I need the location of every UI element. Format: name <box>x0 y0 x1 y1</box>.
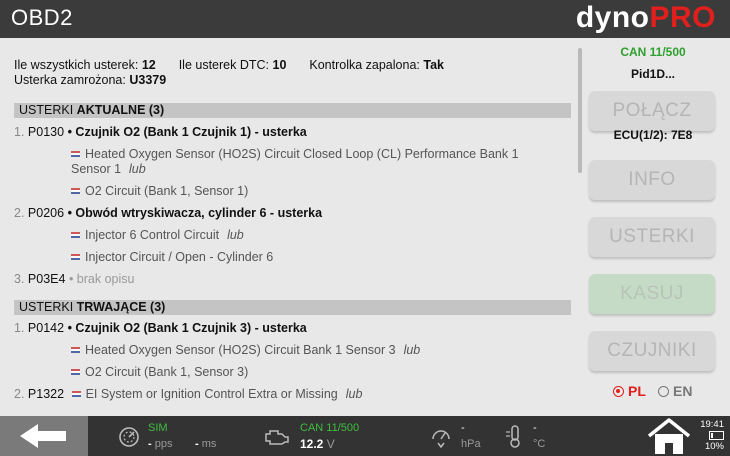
can-status: CAN 11/500 <box>620 45 686 59</box>
home-icon <box>647 418 691 454</box>
section-header-pending: USTERKI TRWAJĄCE (3) <box>14 300 571 315</box>
fault-row[interactable]: 1. P0142 • Czujnik O2 (Bank 1 Czujnik 3)… <box>14 321 307 336</box>
ecu-status: ECU(1/2): 7E8 <box>613 128 693 142</box>
connect-button[interactable]: POŁĄCZ <box>589 91 715 131</box>
fault-alt-description: Injector 6 Control Circuit lub <box>71 228 244 243</box>
lub-label: lub <box>227 228 244 242</box>
battery-level: 10% <box>704 441 724 452</box>
uk-flag-icon <box>71 391 81 397</box>
fault-code: P0130 <box>27 125 65 139</box>
fault-number: 2. <box>14 206 25 220</box>
pps-readout: - pps <box>148 438 173 450</box>
app-header: OBD2 dynoPRO <box>0 0 730 38</box>
info-button[interactable]: INFO <box>589 160 715 200</box>
voltage-readout: 12.2 V <box>300 437 335 451</box>
brand-logo: dynoPRO <box>576 1 716 35</box>
fault-code: P1322 <box>27 387 65 401</box>
uk-flag-icon <box>71 188 80 194</box>
fault-row[interactable]: 3. P03E4 • brak opisu <box>14 272 134 287</box>
engine-icon <box>265 430 289 445</box>
system-time: 19:41 10% <box>700 419 724 452</box>
lang-en-radio[interactable]: EN <box>658 383 692 399</box>
frozen-fault-value: U3379 <box>129 73 167 87</box>
radio-unselected-icon <box>658 386 669 397</box>
section-header-current: USTERKI AKTUALNE (3) <box>14 103 571 118</box>
fault-list-panel[interactable]: Ile wszystkich usterek: 12 Ile usterek D… <box>0 38 578 416</box>
uk-flag-icon <box>71 254 80 260</box>
lub-label: lub <box>345 387 363 401</box>
fault-alt-description: Injector Circuit / Open - Cylinder 6 <box>71 250 273 265</box>
lang-pl-radio[interactable]: PL <box>613 383 646 399</box>
thermometer-icon <box>506 425 520 448</box>
back-arrow-icon <box>20 424 66 448</box>
mil-value: Tak <box>423 58 444 72</box>
uk-flag-icon <box>71 347 80 353</box>
control-panel: CAN 11/500 Pid1D... POŁĄCZ ECU(1/2): 7E8… <box>584 38 730 416</box>
uk-flag-icon <box>71 232 80 238</box>
lub-label: lub <box>129 162 146 176</box>
fault-title: Czujnik O2 (Bank 1 Czujnik 1) - usterka <box>75 125 307 139</box>
app-title: OBD2 <box>11 5 73 30</box>
mil-label: Kontrolka zapalona: <box>309 58 420 72</box>
fault-number: 2. <box>14 387 25 401</box>
section-label-prefix: USTERKI <box>19 300 74 314</box>
fault-alt-description: Heated Oxygen Sensor (HO2S) Circuit Bank… <box>71 343 420 358</box>
fault-alt-description: Heated Oxygen Sensor (HO2S) Circuit Clos… <box>71 147 519 162</box>
faults-button[interactable]: USTERKI <box>589 217 715 257</box>
fault-row[interactable]: 2. P0206 • Obwód wtryskiwacza, cylinder … <box>14 206 322 221</box>
pressure-icon <box>432 430 450 449</box>
section-label-bold: AKTUALNE (3) <box>76 103 165 117</box>
sim-label: SIM <box>148 422 168 434</box>
fault-alt-description: O2 Circuit (Bank 1, Sensor 3) <box>71 365 248 380</box>
pid-status: Pid1D... <box>630 67 675 81</box>
fault-title: brak opisu <box>76 272 135 286</box>
fault-number: 1. <box>14 125 25 139</box>
back-button[interactable] <box>0 416 88 456</box>
fault-title: Czujnik O2 (Bank 1 Czujnik 3) - usterka <box>75 321 307 335</box>
can-status-bar: CAN 11/500 <box>300 422 360 434</box>
lub-label: lub <box>403 343 421 357</box>
fault-summary: Ile wszystkich usterek: 12 Ile usterek D… <box>14 58 444 88</box>
frozen-fault-label: Usterka zamrożona: <box>14 73 126 87</box>
gauge-icon <box>119 427 139 447</box>
uk-flag-icon <box>71 369 80 375</box>
fault-code: P03E4 <box>27 272 66 286</box>
radio-selected-icon <box>613 386 624 397</box>
total-faults-label: Ile wszystkich usterek: <box>14 58 139 72</box>
fault-number: 1. <box>14 321 25 335</box>
home-button[interactable] <box>645 416 693 456</box>
fault-row[interactable]: 1. P0130 • Czujnik O2 (Bank 1 Czujnik 1)… <box>14 125 307 140</box>
ms-readout: - ms <box>195 438 217 450</box>
brand-logo-part2: PRO <box>649 1 716 34</box>
total-faults-value: 12 <box>141 58 156 72</box>
brand-logo-part1: dyno <box>575 1 650 34</box>
section-label-prefix: USTERKI <box>19 103 74 117</box>
temperature-unit: °C <box>533 438 546 450</box>
pressure-unit: hPa <box>461 438 481 450</box>
clear-faults-button[interactable]: KASUJ <box>589 274 715 314</box>
fault-code: P0142 <box>27 321 65 335</box>
clock: 19:41 <box>700 419 724 430</box>
fault-alt-description: O2 Circuit (Bank 1, Sensor 1) <box>71 184 248 199</box>
battery-icon <box>709 431 724 440</box>
pressure-value: - <box>461 422 465 434</box>
sensors-button[interactable]: CZUJNIKI <box>589 331 715 371</box>
fault-list-scrollbar[interactable] <box>578 48 582 173</box>
temperature-value: - <box>533 422 537 434</box>
fault-code: P0206 <box>27 206 65 220</box>
status-bar: SIM - pps - ms CAN 11/500 12.2 V - hPa -… <box>0 416 730 456</box>
fault-row[interactable]: 2. P1322 EI System or Ignition Control E… <box>14 387 362 402</box>
fault-number: 3. <box>14 272 25 286</box>
dtc-faults-value: 10 <box>272 58 287 72</box>
dtc-faults-label: Ile usterek DTC: <box>178 58 270 72</box>
fault-title: Obwód wtryskiwacza, cylinder 6 - usterka <box>75 206 323 220</box>
section-label-bold: TRWAJĄCE (3) <box>76 300 166 314</box>
uk-flag-icon <box>71 151 80 157</box>
fault-alt-description-cont: Sensor 1 lub <box>71 162 146 176</box>
